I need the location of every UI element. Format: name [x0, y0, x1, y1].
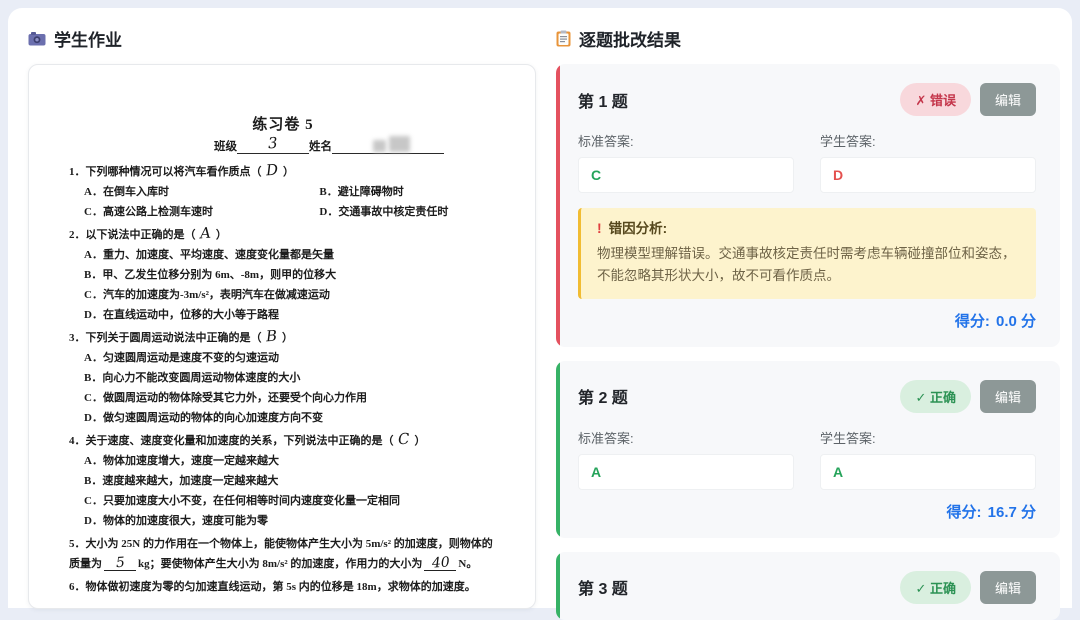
card-header: 第 1 题 ✗ 错误 编辑: [578, 83, 1036, 116]
question-result-card: 第 2 题 ✓ 正确 编辑 标准答案: A 学生答案: A 得分: 16.7 分: [556, 360, 1060, 538]
left-panel-title-text: 学生作业: [54, 31, 122, 50]
score-line: 得分: 16.7 分: [946, 503, 1036, 521]
option: D．在直线运动中，位移的大小等于路程: [84, 309, 279, 321]
question-number: 第 3 题: [578, 581, 628, 599]
option: D．做匀速圆周运动的物体的向心加速度方向不变: [84, 412, 323, 424]
right-panel-title: 逐题批改结果: [556, 26, 1060, 51]
homework-scan-image: 练习卷 5 班级 3 姓名 1．下列哪种情况可以将汽车看作质点（ D ） A．在倒车入…: [28, 64, 536, 609]
clipboard-icon: [556, 30, 571, 47]
edit-button[interactable]: 编辑: [979, 570, 1036, 604]
fill-in-blank: 5: [104, 554, 136, 572]
option: A．在倒车入库时: [84, 186, 169, 198]
class-blank: 3: [237, 133, 309, 154]
right-panel-title-text: 逐题批改结果: [579, 31, 681, 50]
student-homework-panel: 学生作业 练习卷 5 班级 3 姓名 1．下列哪种情况可以将汽车看作质点（ D ） A…: [28, 26, 536, 609]
handwritten-answer: C: [397, 429, 411, 449]
paper-title: 练习卷 5: [252, 117, 314, 133]
handwritten-answer: B: [265, 326, 278, 346]
standard-answer-value: A: [578, 453, 794, 490]
option: C．做圆周运动的物体除受其它力外，还要受个向心力作用: [84, 392, 367, 404]
question: 1．下列哪种情况可以将汽车看作质点（ D ） A．在倒车入库时 B．避让障碍物时 C．…: [69, 160, 497, 222]
question: 6．物体做初速度为零的匀加速直线运动，第 5s 内的位移是 18m，求物体的加速…: [69, 577, 497, 597]
camera-icon: [28, 31, 46, 46]
card-header: 第 2 题 ✓ 正确 编辑: [578, 379, 1036, 413]
question: 4．关于速度、速度变化量和加速度的关系，下列说法中正确的是（ C ） A．物体加速…: [69, 429, 497, 531]
question-stem: 4．关于速度、速度变化量和加速度的关系，下列说法中正确的是（ C ）: [69, 429, 426, 449]
question: 5．大小为 25N 的力作用在一个物体上，能使物体产生大小为 5m/s² 的加速…: [69, 534, 497, 574]
option: D．物体的加速度很大，速度可能为零: [84, 515, 268, 527]
option: A．物体加速度增大，速度一定越来越大: [84, 455, 279, 467]
question-list: 1．下列哪种情况可以将汽车看作质点（ D ） A．在倒车入库时 B．避让障碍物时 C．…: [69, 160, 497, 597]
name-label: 姓名: [309, 141, 332, 153]
question: 3．下列关于圆周运动说法中正确的是（ B ） A．匀速圆周运动是速度不变的匀速运动…: [69, 326, 497, 428]
student-answer-value: D: [820, 157, 1036, 193]
student-answer-label: 学生答案:: [820, 430, 876, 446]
error-analysis-title: ! 错因分析:: [597, 220, 668, 236]
standard-answer-label: 标准答案:: [578, 134, 634, 149]
question: 2．以下说法中正确的是（ A ） A．重力、加速度、平均速度、速度变化量都是矢量 B…: [69, 223, 497, 325]
card-header: 第 3 题 ✓ 正确 编辑: [578, 570, 1036, 604]
score-line: 得分: 0.0 分: [954, 312, 1036, 330]
option: B．速度越来越大，加速度一定越来越大: [84, 475, 279, 487]
handwritten-answer: 5: [114, 554, 126, 572]
class-label: 班级: [214, 141, 237, 153]
redacted-name: [388, 136, 410, 152]
student-answer-col: 学生答案: A: [820, 428, 1036, 490]
status-badge: ✓ 正确: [900, 570, 971, 604]
edit-button[interactable]: 编辑: [979, 83, 1036, 116]
left-panel-title: 学生作业: [28, 26, 536, 51]
answers-row: 标准答案: A 学生答案: A: [578, 428, 1036, 490]
option-list: A．重力、加速度、平均速度、速度变化量都是矢量 B．甲、乙发生位移分别为 6m、-…: [84, 245, 497, 325]
student-answer-col: 学生答案: D: [820, 131, 1036, 193]
option: A．重力、加速度、平均速度、速度变化量都是矢量: [84, 249, 334, 261]
handwritten-answer: D: [265, 160, 279, 180]
fill-in-blank: 40: [424, 554, 457, 572]
main-panel: 学生作业 练习卷 5 班级 3 姓名 1．下列哪种情况可以将汽车看作质点（ D ） A…: [8, 8, 1072, 620]
status-badge: ✗ 错误: [900, 83, 971, 116]
standard-answer-label: 标准答案:: [578, 430, 634, 446]
standard-answer-col: 标准答案: C: [578, 131, 794, 193]
question-number: 第 1 题: [578, 93, 628, 111]
status-badge: ✓ 正确: [900, 379, 971, 413]
error-analysis-text: 物理模型理解错误。交通事故核定责任时需考虑车辆碰撞部位和姿态，不能忽略其形状大小…: [597, 246, 1016, 284]
question-stem: 1．下列哪种情况可以将汽车看作质点（ D ）: [69, 160, 295, 180]
name-blank: [332, 136, 444, 154]
handwritten-answer: 40: [430, 554, 450, 572]
question-stem: 5．大小为 25N 的力作用在一个物体上，能使物体产生大小为 5m/s² 的加速…: [69, 538, 493, 572]
student-answer-value: A: [820, 453, 1036, 490]
option: B．向心力不能改变圆周运动物体速度的大小: [84, 372, 301, 384]
option: A．匀速圆周运动是速度不变的匀速运动: [84, 352, 279, 364]
option: D．交通事故中核定责任时: [319, 206, 449, 218]
grading-results-panel: 逐题批改结果 第 1 题 ✗ 错误 编辑 标准答案: C 学生答案: D ! 错因…: [556, 26, 1060, 620]
option: B．避让障碍物时: [319, 186, 404, 198]
option: C．汽车的加速度为-3m/s²，表明汽车在做减速运动: [84, 289, 330, 301]
option: B．甲、乙发生位移分别为 6m、-8m，则甲的位移大: [84, 269, 337, 281]
question-result-card: 第 3 题 ✓ 正确 编辑: [556, 551, 1060, 620]
grading-cards: 第 1 题 ✗ 错误 编辑 标准答案: C 学生答案: D ! 错因分析: 物理模…: [556, 64, 1060, 620]
standard-answer-value: C: [578, 157, 794, 193]
redacted-name: [372, 140, 386, 152]
option: C．高速公路上检测车速时: [84, 206, 213, 218]
option-list: A．物体加速度增大，速度一定越来越大 B．速度越来越大，加速度一定越来越大 C．只要…: [84, 451, 497, 531]
error-analysis-box: ! 错因分析: 物理模型理解错误。交通事故核定责任时需考虑车辆碰撞部位和姿态，不能…: [578, 208, 1036, 299]
option-list: A．匀速圆周运动是速度不变的匀速运动 B．向心力不能改变圆周运动物体速度的大小 C．…: [84, 348, 497, 428]
handwritten-answer: A: [199, 223, 212, 243]
option-list: A．在倒车入库时 B．避让障碍物时 C．高速公路上检测车速时 D．交通事故中核定责任时: [84, 182, 497, 222]
question-stem: 2．以下说法中正确的是（ A ）: [69, 223, 227, 243]
handwritten-class: 3: [267, 133, 279, 153]
exclamation-icon: !: [597, 220, 602, 236]
student-answer-label: 学生答案:: [820, 134, 876, 149]
paper-meta: 班级 3 姓名: [189, 133, 497, 154]
option: C．只要加速度大小不变，在任何相等时间内速度变化量一定相同: [84, 495, 400, 507]
standard-answer-col: 标准答案: A: [578, 428, 794, 490]
edit-button[interactable]: 编辑: [979, 379, 1036, 413]
answers-row: 标准答案: C 学生答案: D: [578, 131, 1036, 193]
question-stem: 3．下列关于圆周运动说法中正确的是（ B ）: [69, 326, 294, 346]
question-number: 第 2 题: [578, 390, 628, 408]
question-stem: 6．物体做初速度为零的匀加速直线运动，第 5s 内的位移是 18m，求物体的加速…: [69, 581, 476, 593]
question-result-card: 第 1 题 ✗ 错误 编辑 标准答案: C 学生答案: D ! 错因分析: 物理模…: [556, 64, 1060, 347]
